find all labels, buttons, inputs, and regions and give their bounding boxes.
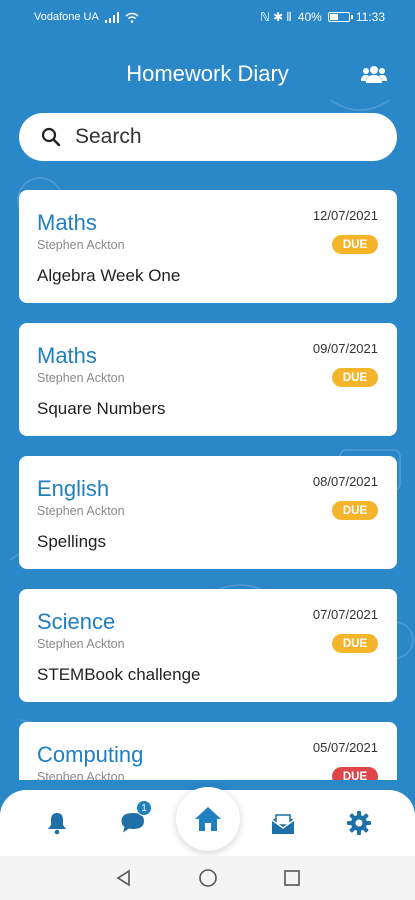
search-icon: [41, 127, 61, 147]
wifi-icon: [125, 12, 139, 23]
system-nav-bar: [0, 856, 415, 900]
nav-homework[interactable]: [268, 808, 298, 838]
bottom-nav: 1: [0, 787, 415, 856]
carrier-label: Vodafone UA: [34, 11, 99, 23]
card-teacher: Stephen Ackton: [37, 637, 125, 651]
card-teacher: Stephen Ackton: [37, 238, 125, 252]
card-date: 05/07/2021: [312, 740, 378, 755]
status-badge: DUE: [332, 634, 378, 653]
card-date: 09/07/2021: [312, 341, 378, 356]
nav-messages[interactable]: 1: [118, 800, 152, 838]
card-task: Square Numbers: [37, 399, 166, 418]
page-title: Homework Diary: [126, 61, 289, 86]
card-date: 12/07/2021: [312, 208, 378, 223]
homework-card[interactable]: English Stephen Ackton Spellings 08/07/2…: [19, 456, 397, 569]
card-teacher: Stephen Ackton: [37, 371, 125, 385]
homework-card[interactable]: Science Stephen Ackton STEMBook challeng…: [19, 589, 397, 702]
nav-home[interactable]: [176, 787, 240, 851]
nav-settings[interactable]: [344, 808, 374, 838]
nav-notifications[interactable]: [42, 808, 72, 838]
status-badge: DUE: [332, 368, 378, 387]
card-subject: Computing: [37, 742, 144, 767]
homework-card[interactable]: Maths Stephen Ackton Square Numbers 09/0…: [19, 323, 397, 436]
card-subject: Maths: [37, 343, 97, 368]
card-date: 08/07/2021: [312, 474, 378, 489]
status-badge: DUE: [332, 767, 378, 780]
status-badge: DUE: [332, 235, 378, 254]
status-badge: DUE: [332, 501, 378, 520]
status-bar: Vodafone UA ℕ ✱ ⦀ 40% 11:33: [0, 0, 415, 34]
card-task: Spellings: [37, 532, 106, 551]
battery-percent: 40%: [297, 10, 322, 24]
card-subject: English: [37, 476, 110, 501]
homework-card[interactable]: Computing Stephen Ackton 05/07/2021 DUE: [19, 722, 397, 780]
app-header: Homework Diary: [0, 54, 415, 94]
message-count-badge: 1: [136, 800, 152, 816]
status-left: Vodafone UA: [34, 11, 139, 23]
card-teacher: Stephen Ackton: [37, 504, 125, 518]
homework-icon: [271, 814, 295, 834]
system-home-button[interactable]: [196, 866, 220, 890]
card-task: Algebra Week One: [37, 266, 181, 285]
bell-icon: [48, 813, 66, 835]
card-task: STEMBook challenge: [37, 665, 201, 684]
homework-card[interactable]: Maths Stephen Ackton Algebra Week One 12…: [19, 190, 397, 303]
status-system-icons: ℕ ✱ ⦀: [260, 9, 292, 24]
back-triangle-icon: [116, 869, 130, 887]
search-input[interactable]: [75, 125, 355, 149]
users-icon[interactable]: [361, 63, 387, 85]
system-recents-button[interactable]: [280, 866, 304, 890]
home-icon: [195, 807, 221, 831]
clock: 11:33: [355, 10, 385, 24]
card-subject: Maths: [37, 210, 97, 235]
search-bar[interactable]: [19, 113, 397, 161]
gear-icon: [347, 811, 371, 835]
signal-icon: [104, 11, 119, 23]
card-subject: Science: [37, 609, 116, 634]
card-teacher: Stephen Ackton: [37, 770, 125, 780]
home-circle-icon: [198, 869, 217, 887]
battery-icon: [327, 12, 353, 22]
homework-list[interactable]: Maths Stephen Ackton Algebra Week One 12…: [0, 190, 415, 780]
recents-square-icon: [283, 870, 300, 886]
status-right: ℕ ✱ ⦀ 40% 11:33: [260, 10, 385, 25]
card-date: 07/07/2021: [312, 607, 378, 622]
system-back-button[interactable]: [112, 866, 136, 890]
